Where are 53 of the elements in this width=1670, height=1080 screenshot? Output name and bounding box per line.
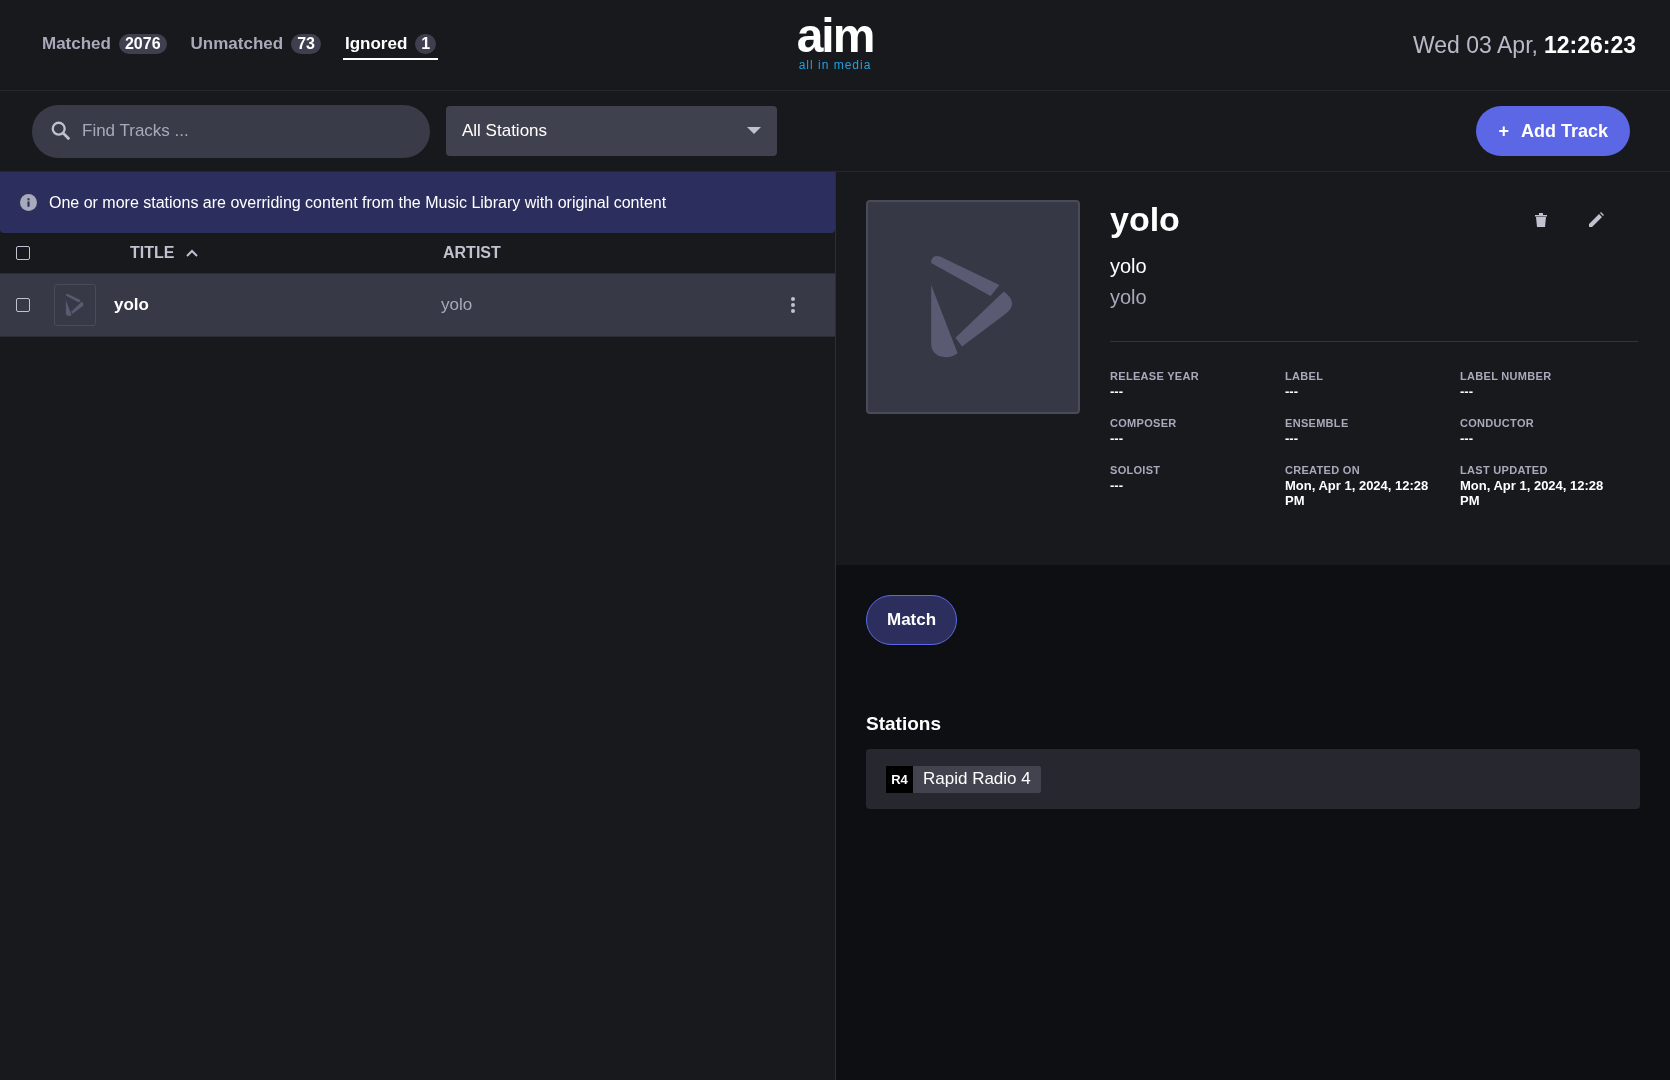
column-header[interactable]: TITLE [130,244,199,262]
track-artist: yolo [1110,286,1148,309]
banner-text: One or more stations are overriding content from the Music Library with original content [49,193,667,212]
clock-date: Wed 03 Apr, [1413,31,1538,59]
field-label: LAST UPDATED [1460,464,1549,476]
field-value: Mon, Apr 1, 2024, 12:28 PM [1285,478,1430,508]
row-checkbox[interactable] [16,298,30,312]
track-heading: yolo [1110,200,1181,239]
field-label: CREATED ON [1285,464,1361,476]
logo-wordmark: aim [796,14,874,58]
station-name: Rapid Radio 4 [922,769,1032,789]
field-value: --- [1460,384,1474,399]
clock-time: 12:26:23 [1543,31,1636,59]
field-value: --- [1110,384,1124,399]
add-track-button[interactable]: + Add Track [1476,106,1630,156]
station-chip[interactable]: R4 Rapid Radio 4 [886,765,1041,793]
more-options-icon[interactable] [791,297,795,313]
trash-icon [1535,212,1547,227]
field-label: LABEL NUMBER [1460,370,1553,382]
sort-ascending-icon [186,249,199,257]
column-header[interactable]: ARTIST [443,244,501,262]
filter-tab[interactable]: Unmatched 73 [188,30,323,60]
field-label: RELEASE YEAR [1110,370,1200,382]
filter-tab[interactable]: Matched 2076 [40,30,169,60]
logo-tagline: all in media [798,58,872,72]
field-label: SOLOIST [1110,464,1162,476]
field-label: LABEL [1285,370,1325,382]
search-field[interactable]: Find Tracks ... [32,104,430,158]
field-value: --- [1460,431,1474,446]
dropdown-caret-icon [747,127,761,135]
station-logo: R4 [886,765,913,793]
count-badge: 1 [415,34,437,54]
field-label: ENSEMBLE [1285,417,1350,429]
field-value: --- [1285,384,1299,399]
pencil-icon [1589,212,1604,227]
field-value: --- [1110,478,1124,493]
field-value: --- [1110,431,1124,446]
select-all-checkbox[interactable] [16,246,30,260]
count-badge: 2076 [118,34,167,54]
count-badge: 73 [291,34,321,54]
field-value: --- [1285,431,1299,446]
track-artist: yolo [441,295,474,315]
filter-tab[interactable]: Ignored 1 [342,30,439,60]
track-row[interactable]: yolo yolo [0,274,835,337]
field-value: Mon, Apr 1, 2024, 12:28 PM [1460,478,1605,508]
stations-heading: Stations [866,713,942,735]
field-label: COMPOSER [1110,417,1178,429]
field-label: CONDUCTOR [1460,417,1535,429]
track-subtitle: yolo [1110,255,1148,278]
match-button[interactable]: Match [866,595,958,645]
station-dropdown[interactable]: All Stations [446,106,777,156]
info-icon [20,194,37,211]
track-title: yolo [114,295,150,315]
